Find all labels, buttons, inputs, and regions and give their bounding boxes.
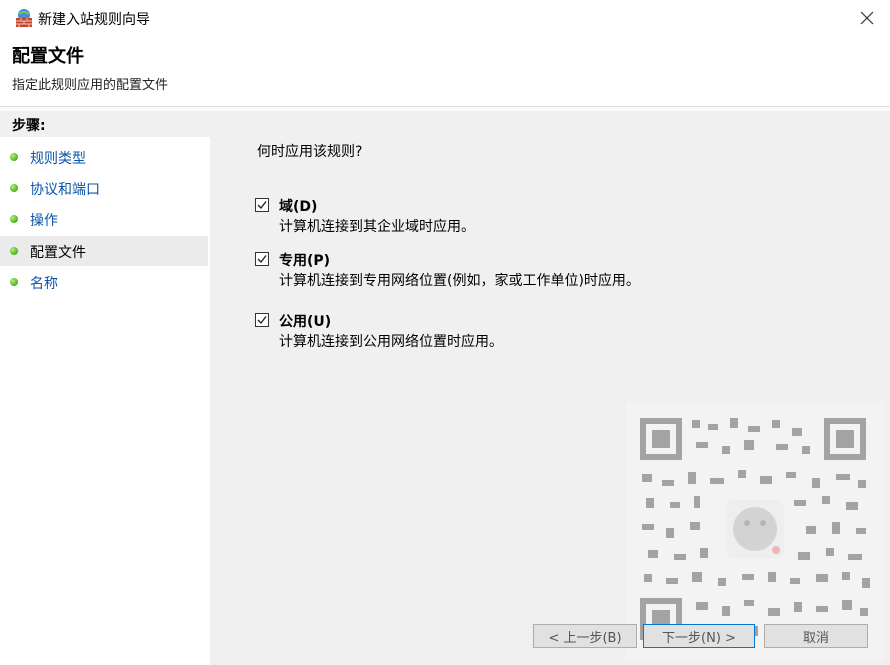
wizard-header: 配置文件 指定此规则应用的配置文件 xyxy=(0,36,890,106)
main-panel: 何时应用该规则? 域(D) 计算机连接到其企业域时应用。 专用(P) 计算机连接… xyxy=(213,111,890,665)
next-button[interactable]: 下一步(N) > xyxy=(643,624,755,648)
step-name[interactable]: 名称 xyxy=(0,267,208,297)
close-icon xyxy=(860,11,874,25)
domain-label[interactable]: 域(D) xyxy=(279,196,317,216)
page-title: 配置文件 xyxy=(12,46,84,67)
checkmark-icon xyxy=(257,201,267,210)
title-bar: 新建入站规则向导 xyxy=(0,0,890,36)
public-description: 计算机连接到公用网络位置时应用。 xyxy=(279,334,503,350)
window-title: 新建入站规则向导 xyxy=(38,12,150,28)
green-dot-icon xyxy=(10,247,18,255)
public-label[interactable]: 公用(U) xyxy=(279,311,331,331)
step-action[interactable]: 操作 xyxy=(0,204,208,234)
domain-checkbox[interactable] xyxy=(255,198,269,212)
step-label: 配置文件 xyxy=(30,245,86,261)
firewall-wall-icon xyxy=(16,9,32,27)
step-rule-type[interactable]: 规则类型 xyxy=(0,142,208,172)
qr-code-watermark xyxy=(626,402,884,660)
public-checkbox[interactable] xyxy=(255,313,269,327)
steps-title-bar: 步骤: xyxy=(0,111,210,137)
page-subtitle: 指定此规则应用的配置文件 xyxy=(12,78,169,93)
question-text: 何时应用该规则? xyxy=(257,144,363,160)
step-label: 名称 xyxy=(30,276,58,292)
domain-description: 计算机连接到其企业域时应用。 xyxy=(279,219,475,235)
back-button[interactable]: < 上一步(B) xyxy=(533,624,637,648)
checkmark-icon xyxy=(257,255,267,264)
close-button[interactable] xyxy=(844,0,890,36)
green-dot-icon xyxy=(10,215,18,223)
steps-title: 步骤: xyxy=(12,118,46,134)
checkmark-icon xyxy=(257,316,267,325)
green-dot-icon xyxy=(10,184,18,192)
step-label: 协议和端口 xyxy=(30,182,100,198)
step-profile[interactable]: 配置文件 xyxy=(0,236,208,266)
private-label[interactable]: 专用(P) xyxy=(279,250,330,270)
step-label: 规则类型 xyxy=(30,151,86,167)
step-protocol-ports[interactable]: 协议和端口 xyxy=(0,173,208,203)
green-dot-icon xyxy=(10,153,18,161)
private-description: 计算机连接到专用网络位置(例如，家或工作单位)时应用。 xyxy=(279,273,640,289)
step-label: 操作 xyxy=(30,213,58,229)
steps-sidebar: 步骤: 规则类型 协议和端口 操作 配置文件 名称 xyxy=(0,111,210,665)
green-dot-icon xyxy=(10,278,18,286)
private-checkbox[interactable] xyxy=(255,252,269,266)
cancel-button[interactable]: 取消 xyxy=(764,624,868,648)
